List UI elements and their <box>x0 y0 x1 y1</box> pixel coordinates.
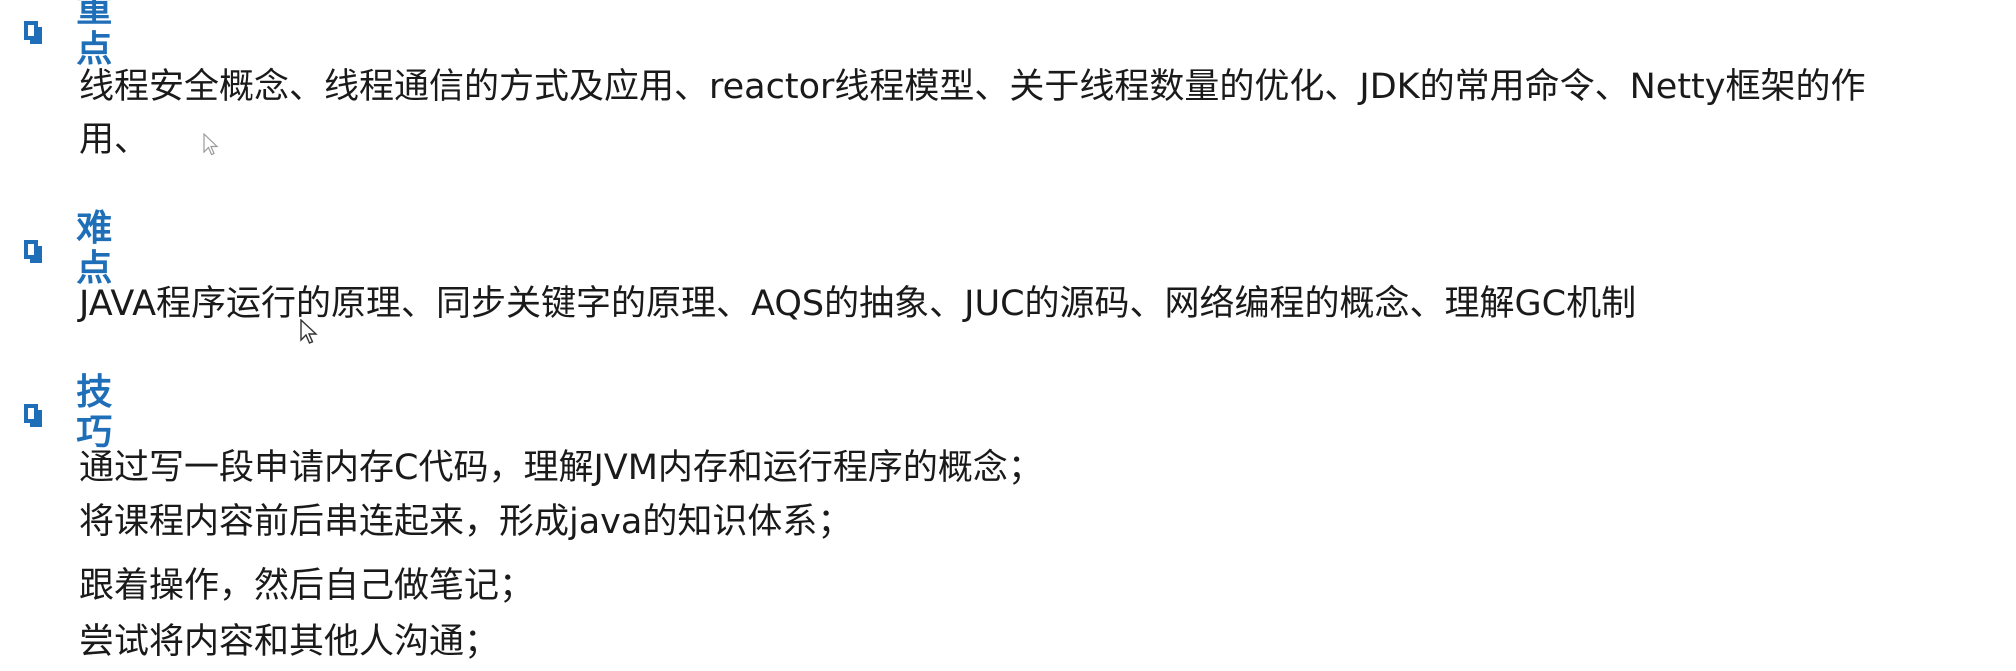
square-bullet-icon <box>24 403 39 423</box>
body-line: 将课程内容前后串连起来，形成java的知识体系； <box>79 502 853 542</box>
square-bullet-icon <box>24 20 39 40</box>
section-heading-difficulties: 难点 <box>24 209 118 289</box>
heading-text: 重点 <box>76 0 114 70</box>
heading-text: 难点 <box>76 208 114 289</box>
section-heading-key-points: 重点 <box>24 0 118 70</box>
square-bullet-icon <box>24 239 39 259</box>
body-line: 线程安全概念、线程通信的方式及应用、reactor线程模型、关于线程数量的优化、… <box>79 67 1866 107</box>
section-heading-tips: 技巧 <box>24 373 118 453</box>
body-line: 通过写一段申请内存C代码，理解JVM内存和运行程序的概念； <box>79 448 1043 488</box>
body-line: 用、 <box>79 120 150 160</box>
body-line: 尝试将内容和其他人沟通； <box>79 622 500 662</box>
heading-text: 技巧 <box>76 372 114 453</box>
body-line: 跟着操作，然后自己做笔记； <box>79 566 535 606</box>
